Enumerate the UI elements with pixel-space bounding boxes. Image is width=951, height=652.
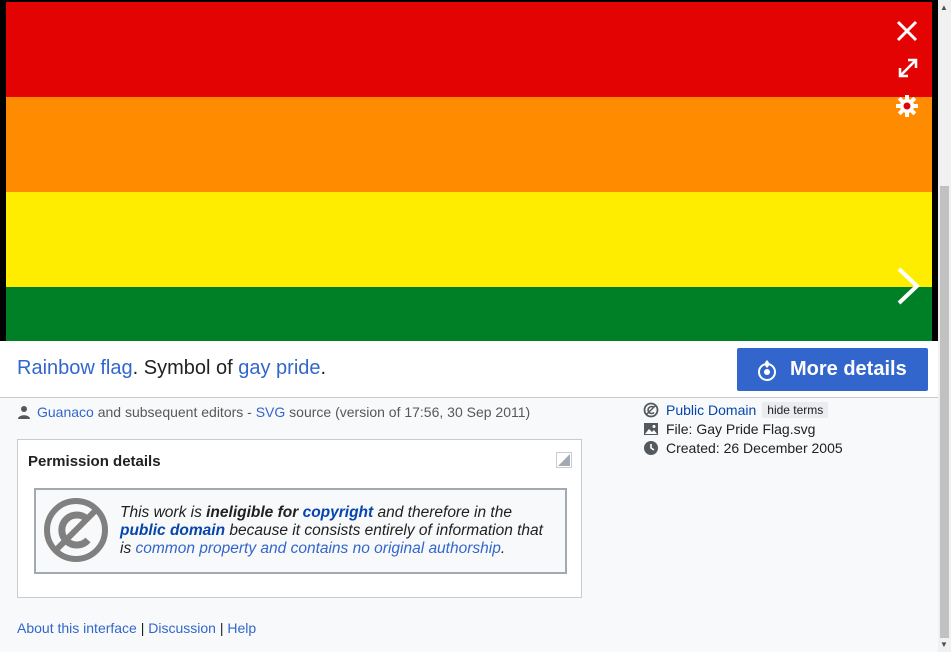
author-link[interactable]: Guanaco xyxy=(37,404,94,420)
public-domain-link[interactable]: public domain xyxy=(120,522,225,539)
public-domain-text: This work is ineligible for copyright an… xyxy=(120,504,543,557)
permission-details-panel: Permission details This work is ineligib… xyxy=(17,439,582,598)
scroll-down-icon[interactable]: ▼ xyxy=(940,640,948,649)
close-icon[interactable] xyxy=(895,19,919,43)
license-row: Public Domain hide terms xyxy=(643,400,843,419)
caption-link-gay-pride[interactable]: gay pride xyxy=(238,357,320,379)
flag-stripe-orange xyxy=(6,97,932,192)
flag-stripe-yellow xyxy=(6,192,932,287)
expand-icon[interactable] xyxy=(556,452,572,468)
flag-stripe-green xyxy=(6,287,932,341)
license-link[interactable]: Public Domain xyxy=(666,402,756,418)
scrollbar[interactable]: ▲ ▼ xyxy=(938,0,951,652)
hide-terms-button[interactable]: hide terms xyxy=(762,401,829,418)
common-property-link[interactable]: common property and contains no original… xyxy=(136,540,501,557)
gear-icon[interactable] xyxy=(895,94,919,118)
copyright-link[interactable]: copyright xyxy=(303,504,374,521)
file-name: File: Gay Pride Flag.svg xyxy=(666,420,816,437)
chevron-right-icon[interactable] xyxy=(893,266,923,306)
author-line: Guanaco and subsequent editors - SVG sou… xyxy=(17,404,530,420)
image-caption: Rainbow flag. Symbol of gay pride. xyxy=(17,357,327,379)
fullscreen-icon[interactable] xyxy=(896,56,920,80)
permission-title: Permission details xyxy=(28,453,161,470)
footer-links: About this interface | Discussion | Help xyxy=(17,620,257,636)
image-viewer xyxy=(0,0,938,341)
caption-link-rainbow-flag[interactable]: Rainbow flag xyxy=(17,357,133,379)
file-info: Public Domain hide terms File: Gay Pride… xyxy=(643,400,843,457)
clock-icon xyxy=(643,440,659,456)
user-icon xyxy=(17,405,31,419)
flag-stripe-red xyxy=(6,2,932,97)
rainbow-flag-image xyxy=(6,2,932,341)
filename-row: File: Gay Pride Flag.svg xyxy=(643,419,843,438)
commons-logo-icon xyxy=(756,359,778,381)
image-file-icon xyxy=(643,421,659,437)
more-details-label: More details xyxy=(790,358,907,380)
created-row: Created: 26 December 2005 xyxy=(643,438,843,457)
about-interface-link[interactable]: About this interface xyxy=(17,620,137,636)
scroll-thumb[interactable] xyxy=(940,186,949,638)
created-date: Created: 26 December 2005 xyxy=(666,439,843,456)
discussion-link[interactable]: Discussion xyxy=(148,620,216,636)
svg-source-link[interactable]: SVG xyxy=(256,404,286,420)
public-domain-notice: This work is ineligible for copyright an… xyxy=(34,488,567,574)
caption-bar: Rainbow flag. Symbol of gay pride. More … xyxy=(0,341,938,398)
scroll-up-icon[interactable]: ▲ xyxy=(940,3,948,12)
public-domain-icon xyxy=(44,498,108,562)
help-link[interactable]: Help xyxy=(227,620,256,636)
public-domain-small-icon xyxy=(643,402,659,418)
more-details-button[interactable]: More details xyxy=(737,348,928,391)
